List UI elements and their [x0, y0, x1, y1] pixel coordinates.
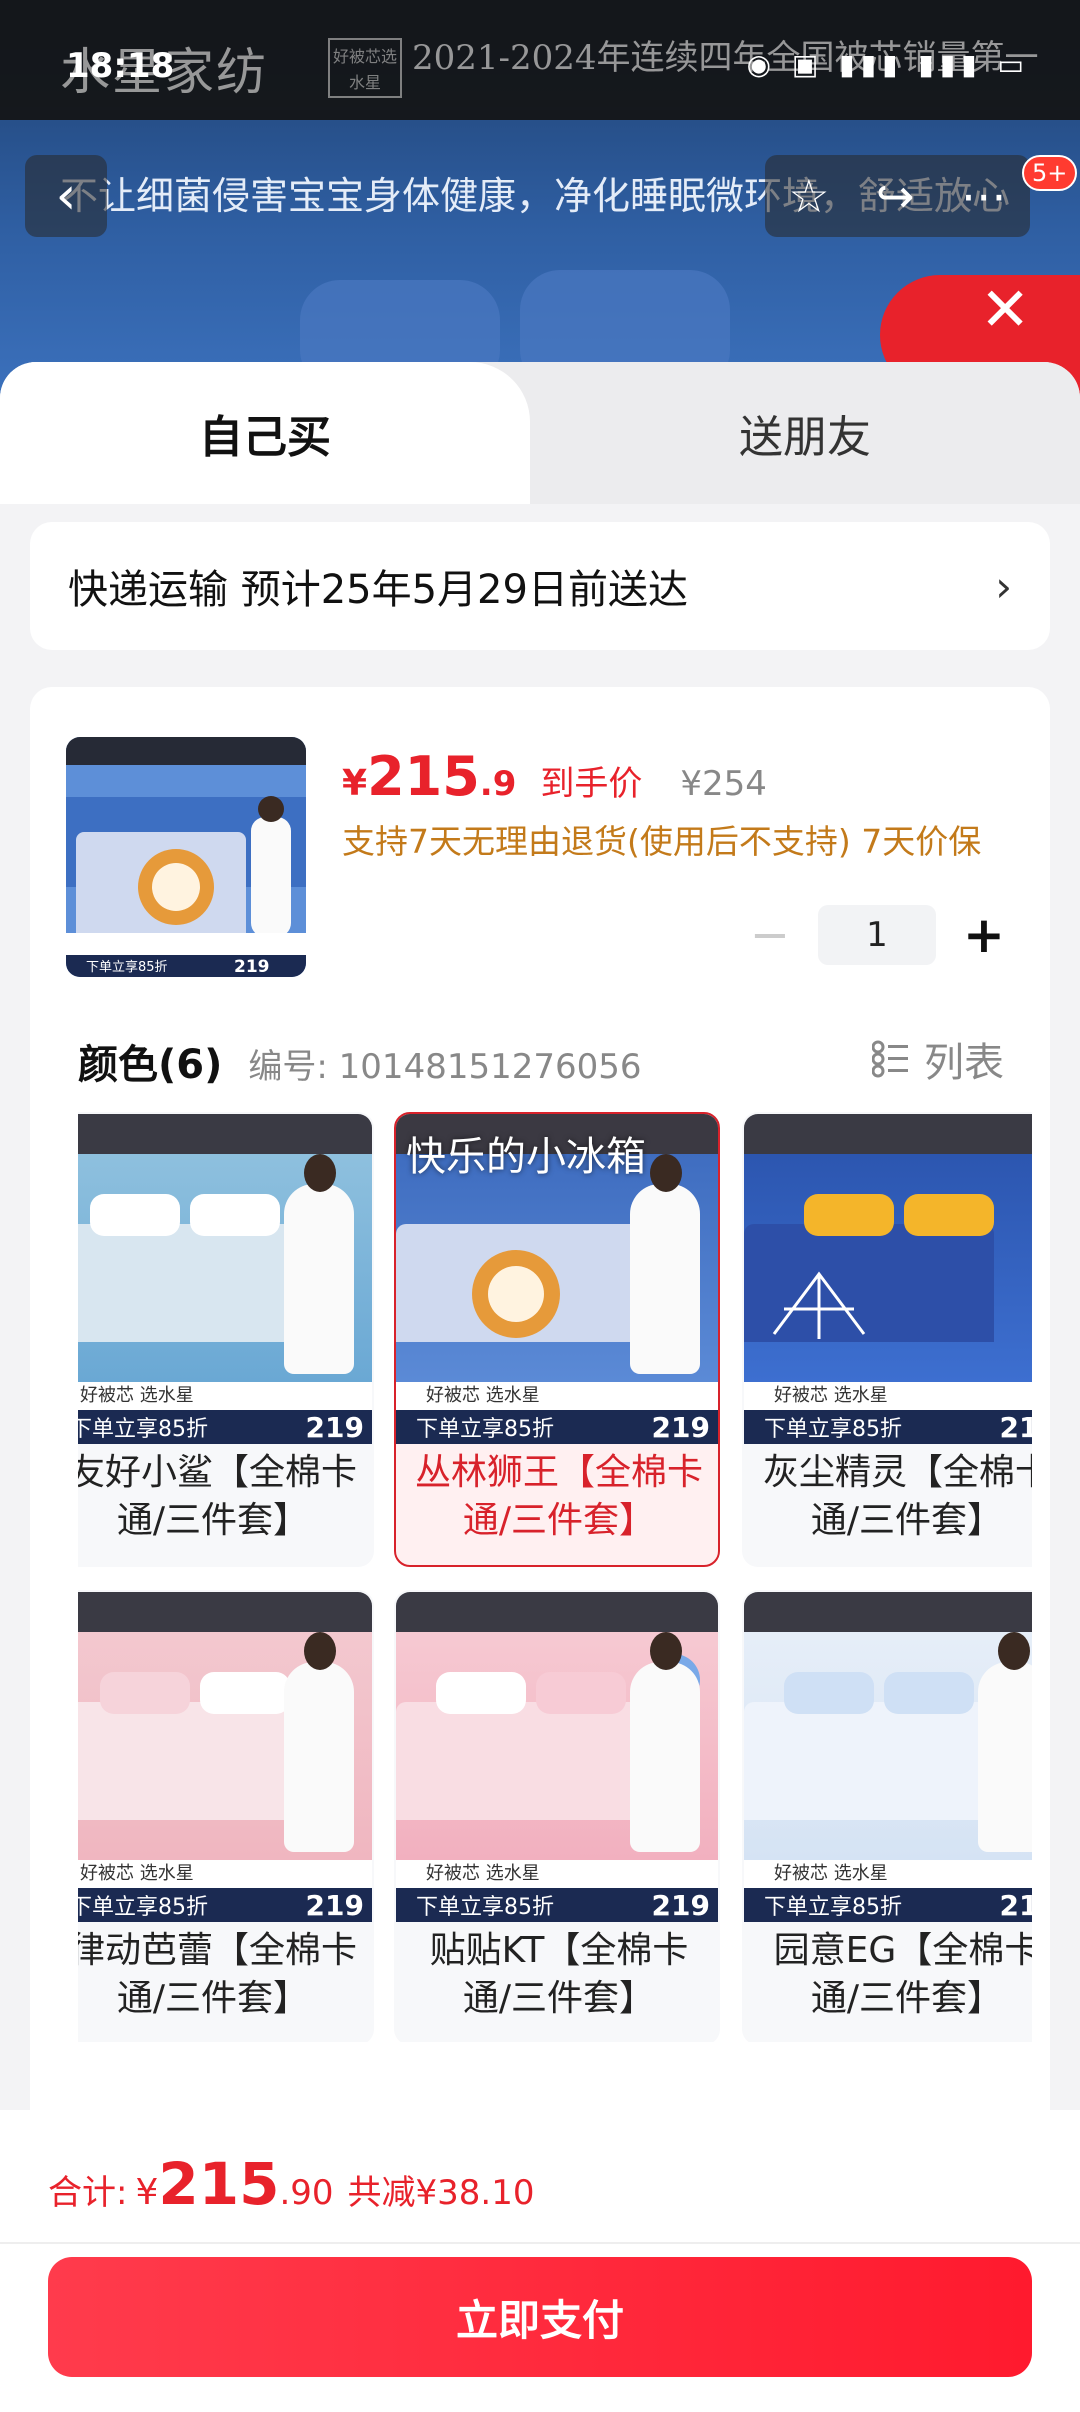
- variant-image: 好被芯 选水星 下单立享85折219: [744, 1114, 1032, 1444]
- product-thumbnail[interactable]: 下单立享85折 219: [66, 737, 306, 977]
- status-icons: ◉ ▣ ▮▮▮ ▮▮▮ ▭: [746, 48, 1030, 81]
- pay-now-button[interactable]: 立即支付: [48, 2257, 1032, 2377]
- original-price: ¥254: [680, 764, 767, 804]
- color-title: 颜色: [78, 1042, 158, 1088]
- total-decimal: .90: [279, 2173, 334, 2213]
- total-row: 合计: ¥ 215 .90 共减¥38.10: [48, 2150, 535, 2218]
- plus-button[interactable]: +: [954, 906, 1014, 964]
- variant-name: 贴贴KT【全棉卡 通/三件套】: [429, 1930, 689, 2019]
- variant-name: 灰尘精灵【全棉卡 通/三件套】: [762, 1452, 1032, 1541]
- price-row: ¥ 215 .9 到手价 ¥254: [342, 745, 767, 808]
- purchase-sheet: 自己买 送朋友 快递运输 预计25年5月29日前送达 › 下单立享85折 219: [0, 362, 1080, 2412]
- share-icon[interactable]: ↪: [876, 169, 915, 223]
- variant-card[interactable]: 好被芯 选水星 下单立享85折219 灰尘精灵【全棉卡 通/三件套】: [742, 1112, 1032, 1567]
- top-actions: ☆ ↪ ⋯: [765, 155, 1030, 237]
- price-label: 到手价: [540, 764, 643, 804]
- price-integer: 215: [367, 745, 480, 808]
- list-view-toggle[interactable]: 列表: [871, 1030, 1004, 1088]
- delivery-row[interactable]: 快递运输 预计25年5月29日前送达 ›: [30, 522, 1050, 650]
- total-symbol: ¥: [135, 2172, 159, 2213]
- color-count: (6): [158, 1042, 223, 1088]
- quantity-input[interactable]: 1: [818, 905, 936, 965]
- variant-card-selected[interactable]: 好被芯 选水星 下单立享85折 219 快乐的小冰箱 丛林狮王【全棉卡 通/三件套…: [394, 1112, 720, 1567]
- chevron-left-icon: ‹: [55, 166, 77, 226]
- sku-number: 编号: 10148151276056: [248, 1047, 642, 1087]
- tab-gift-friend[interactable]: 送朋友: [530, 362, 1080, 504]
- checkout-footer: 合计: ¥ 215 .90 共减¥38.10 立即支付: [0, 2110, 1080, 2412]
- chevron-right-icon: ›: [995, 561, 1012, 611]
- product-banner-background: 水星家纺 好被芯选水星 2021-2024年连续四年全国被芯销量第一 18:18…: [0, 0, 1080, 420]
- price-decimal: .9: [479, 764, 517, 804]
- variant-card[interactable]: 好被芯 选水星 下单立享85折 219 贴贴KT【全棉卡 通/三件套】: [394, 1590, 720, 2042]
- status-time: 18:18: [66, 46, 175, 86]
- star-icon[interactable]: ☆: [788, 169, 829, 223]
- more-icon[interactable]: ⋯: [961, 169, 1007, 223]
- variant-card[interactable]: 好被芯 选水星 下单立享85折 219 律动芭蕾【全棉卡 通/三件套】: [78, 1590, 374, 2042]
- minus-button[interactable]: −: [740, 907, 800, 963]
- list-icon: [871, 1040, 910, 1078]
- color-header: 颜色 (6) 编号: 10148151276056: [78, 1032, 642, 1090]
- color-variant-grid: 好被芯 选水星 下单立享85折 219 友好小鲨【全棉卡 通/三件套】 好被芯 …: [78, 1112, 1032, 2042]
- variant-image: 好被芯 选水星 下单立享85折219: [78, 1114, 372, 1444]
- buy-mode-tabs: 自己买 送朋友: [0, 362, 1080, 504]
- list-label: 列表: [924, 1040, 1004, 1086]
- notification-badge: 5+: [1022, 155, 1078, 191]
- total-saving: 共减¥38.10: [347, 2173, 535, 2213]
- variant-overlay-label: 快乐的小冰箱: [406, 1134, 646, 1180]
- variant-card[interactable]: 好被芯 选水星 下单立享85折219 园意EG【全棉卡 通/三件套】: [742, 1590, 1032, 2042]
- return-guarantee: 支持7天无理由退货(使用后不支持) 7天价保: [342, 822, 982, 861]
- brand-seal: 好被芯选水星: [328, 38, 402, 98]
- quantity-stepper: − 1 +: [740, 905, 1014, 965]
- total-integer: 215: [158, 2150, 280, 2218]
- delivery-text: 快递运输 预计25年5月29日前送达: [68, 567, 688, 613]
- variant-name: 律动芭蕾【全棉卡 通/三件套】: [78, 1930, 357, 2019]
- price-symbol: ¥: [342, 763, 368, 804]
- variant-image: 好被芯 选水星 下单立享85折219: [396, 1592, 718, 1922]
- tab-buy-self[interactable]: 自己买: [0, 362, 530, 504]
- variant-name: 丛林狮王【全棉卡 通/三件套】: [414, 1452, 703, 1541]
- back-button[interactable]: ‹: [25, 155, 107, 237]
- variant-image: 好被芯 选水星 下单立享85折219: [78, 1592, 372, 1922]
- footer-divider: [0, 2242, 1080, 2244]
- variant-image: 好被芯 选水星 下单立享85折219: [744, 1592, 1032, 1922]
- variant-name: 友好小鲨【全棉卡 通/三件套】: [78, 1452, 357, 1541]
- variant-card[interactable]: 好被芯 选水星 下单立享85折 219 友好小鲨【全棉卡 通/三件套】: [78, 1112, 374, 1567]
- total-label: 合计:: [48, 2173, 128, 2213]
- close-icon[interactable]: ✕: [980, 275, 1030, 345]
- variant-image: 好被芯 选水星 下单立享85折 219 快乐的小冰箱: [396, 1114, 718, 1444]
- thumb-strip-text: 下单立享85折: [86, 959, 168, 975]
- variant-name: 园意EG【全棉卡 通/三件套】: [773, 1930, 1032, 2019]
- thumb-price-text: 219: [234, 957, 270, 977]
